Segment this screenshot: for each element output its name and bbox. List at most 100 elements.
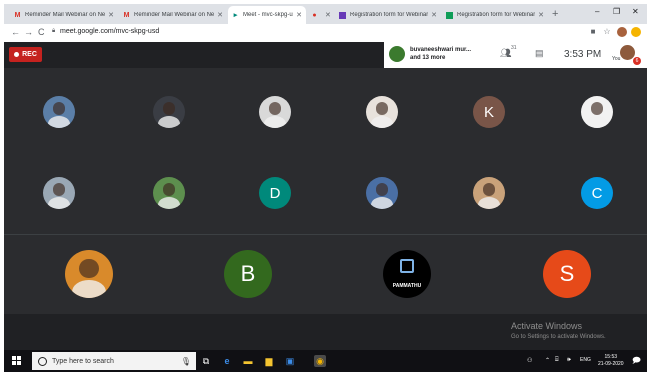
- participant-summary[interactable]: buvaneeshwari mur... and 13 more: [410, 46, 471, 62]
- tab-title: Registration form for Webinar: [350, 12, 429, 18]
- avatar-initial: B: [240, 261, 256, 286]
- profile-avatar[interactable]: [617, 27, 627, 37]
- participant-photo-avatar[interactable]: [366, 96, 398, 128]
- participant-initial-avatar[interactable]: C: [581, 177, 613, 209]
- taskbar-clock[interactable]: 15:53 21-09-2020: [598, 354, 624, 368]
- participant-photo-avatar[interactable]: [153, 177, 185, 209]
- meet-info-panel: buvaneeshwari mur... and 13 more 👥︎ 31 ▤…: [384, 42, 647, 68]
- tab-title: Reminder Mail Webinar on Ne: [134, 12, 215, 18]
- notification-badge: 6: [633, 57, 641, 65]
- avatar-initial: D: [269, 184, 281, 202]
- tab-gmail-reminder-2[interactable]: M Reminder Mail Webinar on Ne ✕: [119, 6, 227, 24]
- participant-avatar: [389, 46, 405, 62]
- file-explorer-icon[interactable]: ▬: [242, 355, 254, 367]
- store-icon[interactable]: ▣: [284, 355, 296, 367]
- microphone-icon[interactable]: 🎙︎: [181, 357, 191, 366]
- divider: [4, 234, 647, 235]
- people-icon[interactable]: 👥︎: [500, 48, 511, 59]
- people-count: 31: [511, 45, 517, 51]
- new-tab-button[interactable]: +: [552, 8, 558, 20]
- logo-icon: [400, 259, 414, 273]
- participant-photo-avatar[interactable]: [366, 177, 398, 209]
- network-icon[interactable]: ⌸: [555, 357, 559, 364]
- lock-icon[interactable]: 🔒︎: [52, 28, 55, 35]
- url-field[interactable]: meet.google.com/mvc-skpg-usd: [60, 28, 159, 35]
- minimize-button[interactable]: –: [595, 7, 599, 16]
- clock-time: 15:53: [604, 354, 618, 360]
- participant-initial-avatar[interactable]: D: [259, 177, 291, 209]
- tab-forms-registration[interactable]: Registration form for Webinar ✕: [335, 6, 441, 24]
- taskbar-search[interactable]: Type here to search 🎙︎: [32, 352, 196, 370]
- avatar-initial: K: [483, 103, 494, 121]
- notifications-icon[interactable]: 🗩︎: [632, 355, 641, 369]
- tab-meet[interactable]: ▸ Meet - mvc-skpg-usd ✕: [228, 6, 306, 24]
- participant-initial-avatar[interactable]: B: [224, 250, 272, 298]
- tab-sheets-registration[interactable]: Registration form for Webinar ✕: [442, 6, 548, 24]
- reload-icon[interactable]: C: [38, 27, 45, 37]
- camera-icon[interactable]: ■: [588, 27, 598, 37]
- show-hidden-icons[interactable]: ⌃: [545, 357, 550, 364]
- people-tray-icon[interactable]: ⚇: [527, 357, 532, 364]
- close-icon[interactable]: ✕: [325, 11, 331, 19]
- participant-photo-avatar[interactable]: [43, 177, 75, 209]
- tab-recording[interactable]: ● ✕: [307, 6, 333, 24]
- gmail-icon: M: [14, 11, 21, 19]
- avatar-initial: C: [591, 184, 603, 202]
- participant-initial-avatar[interactable]: K: [473, 96, 505, 128]
- folder-icon[interactable]: ▆: [263, 355, 275, 367]
- sheets-icon: [446, 11, 453, 19]
- participant-logo-avatar[interactable]: PAMMATHU: [383, 250, 431, 298]
- close-icon[interactable]: ✕: [217, 11, 223, 19]
- volume-icon[interactable]: 🕪︎: [567, 357, 571, 364]
- chat-icon[interactable]: ▤: [535, 48, 544, 59]
- meet-header: REC buvaneeshwari mur... and 13 more 👥︎ …: [4, 42, 647, 68]
- close-icon[interactable]: ✕: [538, 11, 544, 19]
- meet-icon: ▸: [233, 11, 238, 19]
- screen: M Reminder Mail Webinar on Ne ✕ M Remind…: [4, 4, 647, 372]
- meeting-time: 3:53 PM: [564, 49, 602, 60]
- language-indicator[interactable]: ENG: [580, 357, 591, 363]
- back-icon[interactable]: ←: [11, 27, 20, 37]
- rec-label: REC: [22, 51, 37, 58]
- close-icon[interactable]: ✕: [431, 11, 437, 19]
- participant-photo-avatar[interactable]: [259, 96, 291, 128]
- participant-more: and 13 more: [410, 55, 446, 61]
- forward-icon[interactable]: →: [24, 27, 33, 37]
- tab-title: Registration form for Webinar: [457, 12, 536, 18]
- tab-strip: M Reminder Mail Webinar on Ne ✕ M Remind…: [4, 4, 647, 24]
- activate-windows-subtitle: Go to Settings to activate Windows.: [511, 334, 606, 340]
- task-view-icon[interactable]: ⧉: [200, 355, 212, 367]
- forms-icon: [339, 11, 346, 19]
- windows-start-icon[interactable]: [12, 356, 22, 366]
- close-icon[interactable]: ✕: [296, 11, 302, 19]
- tab-title: Reminder Mail Webinar on Ne: [25, 12, 106, 18]
- close-window-button[interactable]: ✕: [632, 7, 639, 16]
- participant-name: buvaneeshwari mur...: [410, 47, 472, 53]
- participant-photo-avatar[interactable]: [43, 96, 75, 128]
- recording-badge: REC: [9, 47, 42, 62]
- cortana-icon: [38, 356, 47, 366]
- participant-grid: Activate Windows Go to Settings to activ…: [4, 68, 647, 340]
- participant-photo-avatar[interactable]: [65, 250, 113, 298]
- participant-photo-avatar[interactable]: [473, 177, 505, 209]
- recording-icon: ●: [312, 11, 317, 19]
- address-bar: ← → C 🔒︎ meet.google.com/mvc-skpg-usd ■ …: [4, 24, 647, 43]
- close-icon[interactable]: ✕: [108, 11, 114, 19]
- participant-initial-avatar[interactable]: S: [543, 250, 591, 298]
- you-label: You: [612, 56, 621, 62]
- participant-photo-avatar[interactable]: [581, 96, 613, 128]
- edge-icon[interactable]: e: [221, 355, 233, 367]
- activate-windows-title: Activate Windows: [511, 321, 583, 331]
- gmail-icon: M: [123, 11, 130, 19]
- chrome-icon[interactable]: ◉: [314, 355, 326, 367]
- extension-icon[interactable]: [631, 27, 641, 37]
- tab-gmail-reminder-1[interactable]: M Reminder Mail Webinar on Ne ✕: [10, 6, 118, 24]
- star-icon[interactable]: ☆: [602, 27, 612, 37]
- clock-date: 21-09-2020: [598, 361, 624, 367]
- maximize-button[interactable]: ❐: [613, 7, 620, 16]
- tab-title: Meet - mvc-skpg-usd: [243, 12, 293, 18]
- record-dot-icon: [14, 52, 20, 57]
- participant-photo-avatar[interactable]: [153, 96, 185, 128]
- avatar-initial: S: [559, 261, 575, 286]
- avatar-label: PAMMATHU: [392, 283, 422, 289]
